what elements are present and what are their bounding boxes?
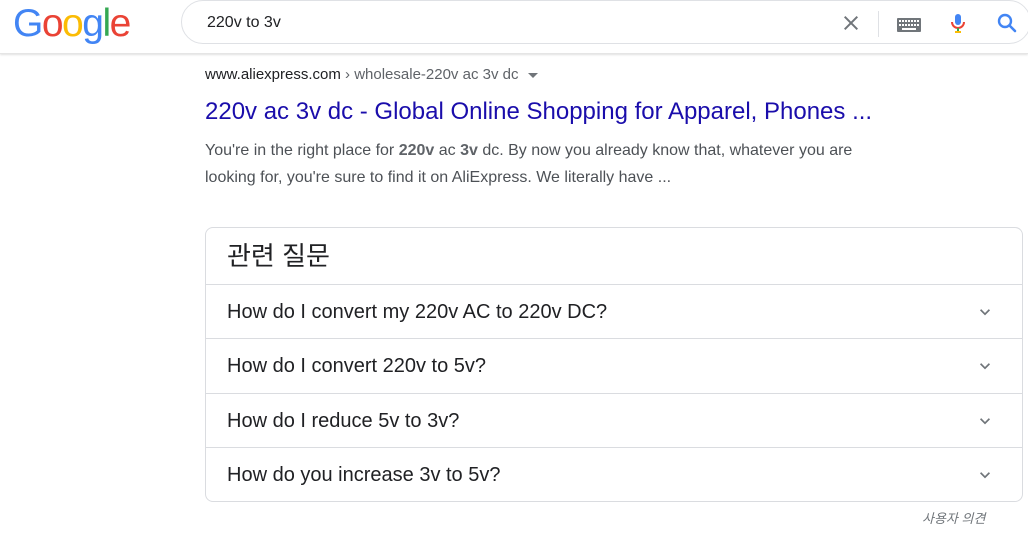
question-row[interactable]: How do you increase 3v to 5v? — [206, 447, 1022, 502]
snippet-text: ac — [434, 142, 461, 159]
question-row[interactable]: How do I convert 220v to 5v? — [206, 338, 1022, 393]
feedback-link[interactable]: 사용자 의견 — [922, 508, 985, 527]
result-snippet: You're in the right place for 220v ac 3v… — [205, 137, 965, 191]
question-row[interactable]: How do I reduce 5v to 3v? — [206, 393, 1022, 448]
related-questions-heading: 관련 질문 — [227, 241, 330, 271]
question-text: How do I reduce 5v to 3v? — [227, 410, 460, 432]
dropdown-arrow-icon[interactable] — [528, 72, 539, 78]
logo-letter: G — [13, 2, 43, 45]
snippet-text: You're in the right place for — [205, 142, 399, 159]
question-text: How do I convert my 220v AC to 220v DC? — [227, 301, 608, 323]
question-row[interactable]: How do I convert my 220v AC to 220v DC? — [206, 284, 1022, 339]
result-domain: www.aliexpress.com — [205, 66, 341, 83]
result-path: › wholesale-220v ac 3v dc — [340, 66, 519, 83]
search-divider — [878, 11, 879, 37]
related-questions-box: 관련 질문 How do I convert my 220v AC to 220… — [205, 227, 1023, 502]
keyboard-icon[interactable] — [897, 13, 921, 37]
snippet-bold-term: 3v — [460, 142, 478, 159]
result-title-link[interactable]: 220v ac 3v dc - Global Online Shopping f… — [205, 96, 872, 128]
logo-letter: o — [41, 2, 64, 45]
clear-icon[interactable] — [839, 11, 863, 35]
search-box — [181, 0, 1028, 45]
logo-letter: o — [62, 2, 84, 45]
result-url[interactable]: www.aliexpress.com › wholesale-220v ac 3… — [205, 60, 1005, 90]
header-bar: Google — [0, 0, 1028, 54]
snippet-text: dc. By now you already know that, whatev… — [477, 142, 853, 159]
search-input[interactable] — [207, 1, 727, 45]
question-text: How do I convert 220v to 5v? — [227, 355, 487, 377]
chevron-down-icon[interactable] — [975, 465, 995, 485]
chevron-down-icon[interactable] — [975, 356, 995, 376]
search-result: www.aliexpress.com › wholesale-220v ac 3… — [205, 60, 1005, 186]
chevron-down-icon[interactable] — [975, 411, 995, 431]
snippet-line-2: looking for, you're sure to find it on A… — [205, 169, 672, 186]
logo-letter: g — [82, 2, 104, 45]
question-text: How do you increase 3v to 5v? — [227, 464, 501, 486]
snippet-line-1: You're in the right place for 220v ac 3v… — [205, 137, 965, 164]
logo-letter: l — [102, 2, 111, 45]
logo-letter: e — [109, 2, 132, 45]
mic-icon[interactable] — [946, 11, 970, 35]
search-icon[interactable] — [995, 11, 1019, 35]
snippet-bold-term: 220v — [398, 142, 435, 159]
chevron-down-icon[interactable] — [975, 302, 995, 322]
google-logo[interactable]: Google — [13, 2, 132, 46]
